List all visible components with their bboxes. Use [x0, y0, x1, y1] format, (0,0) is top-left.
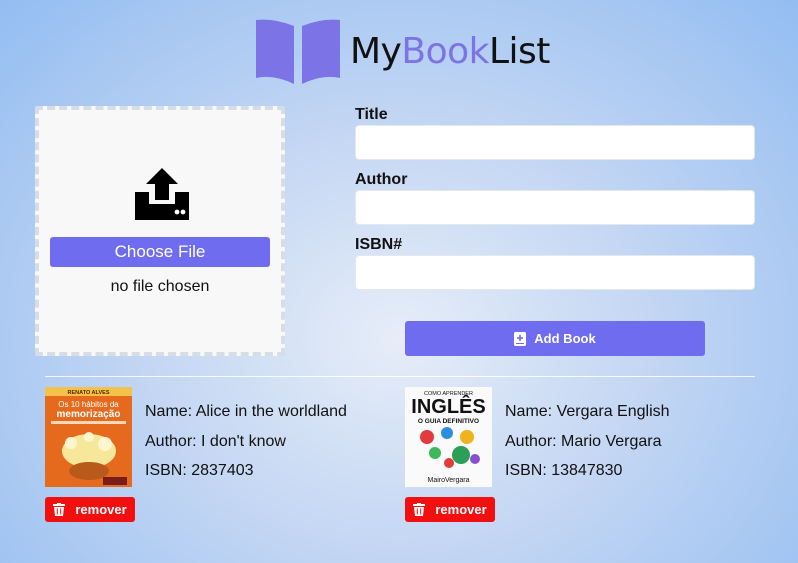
book-info: Name: Alice in the worldland Author: I d…: [145, 397, 347, 486]
open-book-icon: [256, 19, 340, 84]
app-title: MyBookList: [350, 31, 550, 72]
title-label: Title: [355, 106, 388, 123]
book-card: RENATO ALVES Os 10 hábitos da memorizaçã…: [45, 387, 405, 527]
remove-book-button[interactable]: remover: [45, 497, 135, 522]
book-author: Author: Mario Vergara: [505, 432, 662, 450]
book-name: Name: Alice in the worldland: [145, 403, 347, 420]
file-status-text: no file chosen: [110, 278, 210, 295]
brand-list: List: [488, 30, 550, 72]
cover-title-text: INGLÊS: [411, 394, 485, 418]
app-header: MyBookList: [256, 18, 550, 84]
author-label: Author: [355, 171, 408, 188]
divider: [45, 376, 755, 377]
file-drop-zone[interactable]: Choose File no file chosen: [35, 106, 285, 356]
book-isbn: ISBN: 13847830: [505, 462, 623, 479]
book-cover-image: RENATO ALVES Os 10 hábitos da memorizaçã…: [45, 387, 132, 487]
isbn-label: ISBN#: [355, 236, 403, 253]
book-author: Author: I don't know: [145, 432, 286, 450]
add-book-label: Add Book: [534, 331, 596, 346]
cover-author-text: RENATO ALVES: [68, 390, 110, 396]
choose-file-button[interactable]: Choose File: [50, 237, 270, 267]
remove-label: remover: [75, 502, 127, 517]
title-input[interactable]: [355, 125, 755, 160]
book-plus-icon: [514, 331, 527, 346]
book-name: Name: Vergara English: [505, 403, 670, 420]
trash-icon: [53, 503, 66, 516]
remove-book-button[interactable]: remover: [405, 497, 495, 522]
remove-label: remover: [435, 502, 487, 517]
cover-title-line2: memorização: [57, 409, 121, 420]
cover-author-text: MairoVergara: [427, 477, 469, 484]
book-isbn: ISBN: 2837403: [145, 462, 254, 479]
brand-book: Book: [401, 30, 489, 72]
book-cover-image: COMO APRENDER INGLÊS O GUIA DEFINITIVO M…: [405, 387, 492, 487]
trash-icon: [413, 503, 426, 516]
cover-title-line1: Os 10 hábitos da: [58, 400, 119, 409]
isbn-input[interactable]: [355, 255, 755, 290]
book-card: COMO APRENDER INGLÊS O GUIA DEFINITIVO M…: [405, 387, 765, 527]
brand-my: My: [350, 30, 402, 72]
cover-subtitle-text: O GUIA DEFINITIVO: [418, 418, 479, 425]
upload-icon: [135, 168, 189, 220]
book-info: Name: Vergara English Author: Mario Verg…: [505, 397, 670, 486]
author-input[interactable]: [355, 190, 755, 225]
add-book-button[interactable]: Add Book: [405, 321, 705, 356]
